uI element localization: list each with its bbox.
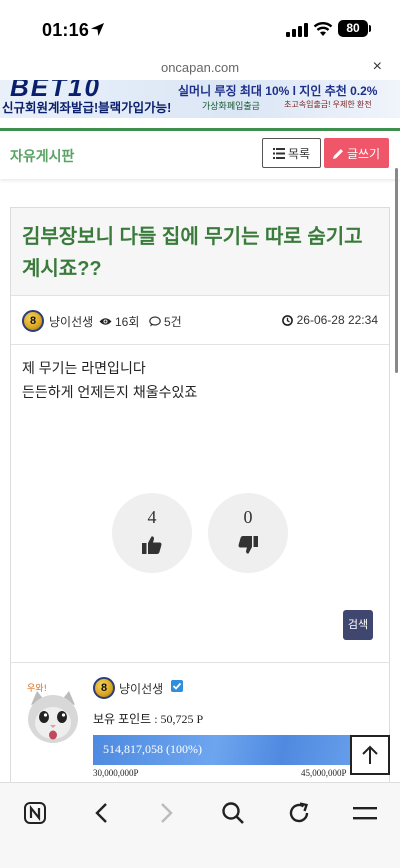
post-views: 16회 — [99, 313, 139, 330]
write-button-label: 글쓰기 — [346, 146, 381, 161]
forward-button[interactable] — [152, 799, 182, 827]
signal-icon — [286, 23, 308, 37]
exp-progress-text: 514,817,058 (100%) — [103, 742, 202, 756]
url-text[interactable]: oncapan.com — [0, 60, 400, 75]
search-page-button[interactable] — [218, 799, 248, 827]
list-icon — [272, 147, 285, 159]
banner-promo-crypto: 가상화폐입출금 — [202, 101, 260, 111]
post-card: 김부장보니 다들 집에 무기는 따로 숨기고 계시죠?? 8 냥이선생 16회 … — [10, 207, 390, 807]
search-icon — [222, 802, 244, 824]
verified-icon — [171, 680, 183, 692]
post-author[interactable]: 냥이선생 — [49, 313, 93, 330]
post-body: 제 무기는 라면입니다 든든하게 언제든지 채울수있죠 — [22, 356, 197, 404]
profile-points: 보유 포인트 : 50,725 P — [93, 712, 204, 726]
naver-icon — [24, 802, 46, 824]
naver-home-button[interactable] — [20, 799, 50, 827]
upvote-count: 4 — [147, 507, 157, 527]
close-icon[interactable]: × — [373, 58, 382, 76]
post-meta: 8 냥이선생 16회 5건 26-06-28 22:34 — [11, 297, 389, 345]
battery-icon: 80 — [338, 20, 368, 37]
comment-icon — [149, 316, 161, 327]
avatar: 우와! — [27, 682, 78, 743]
battery-tip — [369, 25, 371, 32]
banner-promo-fast: 초고속입출금! 우제한 환전 — [284, 100, 372, 109]
views-count: 16회 — [115, 315, 140, 329]
wifi-icon — [313, 22, 333, 36]
write-button[interactable]: 글쓰기 — [324, 138, 389, 168]
reload-button[interactable] — [284, 799, 314, 827]
comments-count: 5건 — [164, 315, 182, 329]
post-title: 김부장보니 다들 집에 무기는 따로 숨기고 계시죠?? — [22, 226, 363, 280]
exp-max-label: 45,000,000P — [301, 768, 347, 778]
browser-toolbar — [0, 782, 400, 868]
back-icon — [95, 803, 107, 823]
profile-level-badge: 8 — [93, 677, 115, 699]
banner-promo-line2: 신규회원계좌발급!블랙가입가능! — [2, 101, 172, 115]
thumbs-down-icon — [238, 536, 258, 554]
post-comments: 5건 — [149, 313, 182, 330]
downvote-button[interactable]: 0 — [208, 493, 288, 573]
scroll-to-top-button[interactable] — [350, 735, 390, 775]
banner-promo-line1: 실머니 루징 최대 10% l 지인 추천 0.2% — [178, 84, 378, 98]
ad-banner[interactable]: BET10 실머니 루징 최대 10% l 지인 추천 0.2% 신규회원계좌발… — [0, 80, 400, 118]
arrow-up-icon — [362, 745, 378, 764]
status-time: 01:16 — [42, 20, 90, 40]
post-title-area: 김부장보니 다들 집에 무기는 따로 숨기고 계시죠?? — [11, 208, 389, 296]
search-button[interactable]: 검색 — [343, 610, 373, 640]
exp-min-label: 30,000,000P — [93, 768, 139, 778]
eye-icon — [99, 318, 112, 325]
list-button-label: 목록 — [287, 146, 311, 161]
post-date-text: 26-06-28 22:34 — [296, 313, 378, 327]
pencil-icon — [332, 148, 343, 159]
clock-icon — [281, 314, 293, 326]
level-badge: 8 — [22, 310, 44, 332]
profile-name[interactable]: 냥이선생 — [119, 680, 163, 697]
menu-icon — [353, 807, 377, 820]
board-header: 자유게시판 목록 글쓰기 — [0, 131, 400, 179]
forward-icon — [161, 803, 173, 823]
location-arrow-icon — [90, 22, 105, 37]
post-date: 26-06-28 22:34 — [281, 313, 378, 327]
page-scrollbar[interactable] — [395, 168, 398, 373]
url-bar[interactable]: oncapan.com × — [0, 56, 400, 80]
status-bar: 01:16 80 — [0, 0, 400, 56]
post-body-line: 제 무기는 라면입니다 — [22, 360, 146, 376]
downvote-count: 0 — [243, 507, 253, 527]
exp-progress-bar: 514,817,058 (100%) — [93, 735, 363, 765]
upvote-button[interactable]: 4 — [112, 493, 192, 573]
reload-icon — [289, 802, 309, 823]
thumbs-up-icon — [142, 536, 162, 554]
list-button[interactable]: 목록 — [262, 138, 321, 168]
back-button[interactable] — [86, 799, 116, 827]
board-title[interactable]: 자유게시판 — [10, 146, 74, 166]
post-body-line: 든든하게 언제든지 채울수있죠 — [22, 384, 198, 400]
menu-button[interactable] — [350, 799, 380, 827]
